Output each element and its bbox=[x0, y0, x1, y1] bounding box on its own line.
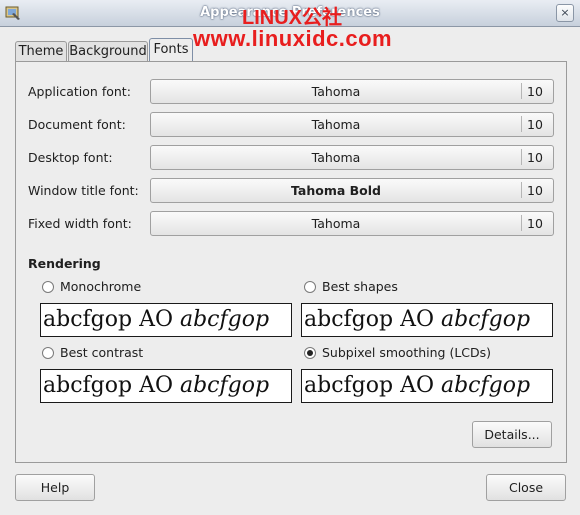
preview-italic-text: abcfgop bbox=[440, 373, 531, 398]
window-title-font-name: Tahoma Bold bbox=[291, 183, 381, 198]
application-font-name: Tahoma bbox=[311, 84, 361, 99]
tab-theme[interactable]: Theme bbox=[15, 41, 67, 62]
application-font-label: Application font: bbox=[28, 84, 131, 99]
window-title-font-label: Window title font: bbox=[28, 183, 139, 198]
best-contrast-preview[interactable]: abcfgop AO abcfgop bbox=[40, 369, 292, 403]
desktop-font-size: 10 bbox=[527, 150, 543, 165]
desktop-font-button[interactable]: Tahoma 10 bbox=[150, 145, 554, 170]
document-font-size: 10 bbox=[527, 117, 543, 132]
preview-plain-text: abcfgop AO bbox=[43, 373, 180, 398]
best-shapes-label[interactable]: Best shapes bbox=[322, 279, 398, 294]
desktop-font-name: Tahoma bbox=[311, 150, 361, 165]
separator bbox=[521, 182, 522, 198]
best-shapes-radio[interactable] bbox=[304, 281, 316, 293]
desktop-font-label: Desktop font: bbox=[28, 150, 113, 165]
tab-fonts[interactable]: Fonts bbox=[149, 38, 193, 63]
best-shapes-preview[interactable]: abcfgop AO abcfgop bbox=[301, 303, 553, 337]
document-font-label: Document font: bbox=[28, 117, 126, 132]
separator bbox=[521, 116, 522, 132]
monochrome-label[interactable]: Monochrome bbox=[60, 279, 141, 294]
preview-plain-text: abcfgop AO bbox=[304, 373, 441, 398]
application-font-button[interactable]: Tahoma 10 bbox=[150, 79, 554, 104]
best-contrast-label[interactable]: Best contrast bbox=[60, 345, 143, 360]
application-font-size: 10 bbox=[527, 84, 543, 99]
preview-plain-text: abcfgop AO bbox=[304, 307, 441, 332]
radio-selected-dot bbox=[307, 350, 313, 356]
window-title-font-size: 10 bbox=[527, 183, 543, 198]
fixed-width-font-name: Tahoma bbox=[311, 216, 361, 231]
best-contrast-radio[interactable] bbox=[42, 347, 54, 359]
separator bbox=[521, 215, 522, 231]
fixed-width-font-size: 10 bbox=[527, 216, 543, 231]
watermark-url: www.linuxidc.com bbox=[193, 26, 393, 51]
help-button[interactable]: Help bbox=[15, 474, 95, 501]
monochrome-radio[interactable] bbox=[42, 281, 54, 293]
fixed-width-font-button[interactable]: Tahoma 10 bbox=[150, 211, 554, 236]
preview-italic-text: abcfgop bbox=[179, 307, 270, 332]
monochrome-preview[interactable]: abcfgop AO abcfgop bbox=[40, 303, 292, 337]
subpixel-label[interactable]: Subpixel smoothing (LCDs) bbox=[322, 345, 491, 360]
close-button[interactable]: Close bbox=[486, 474, 566, 501]
document-font-name: Tahoma bbox=[311, 117, 361, 132]
details-button[interactable]: Details... bbox=[472, 421, 552, 448]
separator bbox=[521, 83, 522, 99]
window-title-font-button[interactable]: Tahoma Bold 10 bbox=[150, 178, 554, 203]
rendering-heading: Rendering bbox=[28, 256, 101, 271]
subpixel-preview[interactable]: abcfgop AO abcfgop bbox=[301, 369, 553, 403]
document-font-button[interactable]: Tahoma 10 bbox=[150, 112, 554, 137]
close-window-button[interactable]: × bbox=[556, 4, 574, 22]
preview-plain-text: abcfgop AO bbox=[43, 307, 180, 332]
preview-italic-text: abcfgop bbox=[179, 373, 270, 398]
separator bbox=[521, 149, 522, 165]
tab-background[interactable]: Background bbox=[68, 41, 148, 62]
preview-italic-text: abcfgop bbox=[440, 307, 531, 332]
fixed-width-font-label: Fixed width font: bbox=[28, 216, 132, 231]
subpixel-radio[interactable] bbox=[304, 347, 316, 359]
